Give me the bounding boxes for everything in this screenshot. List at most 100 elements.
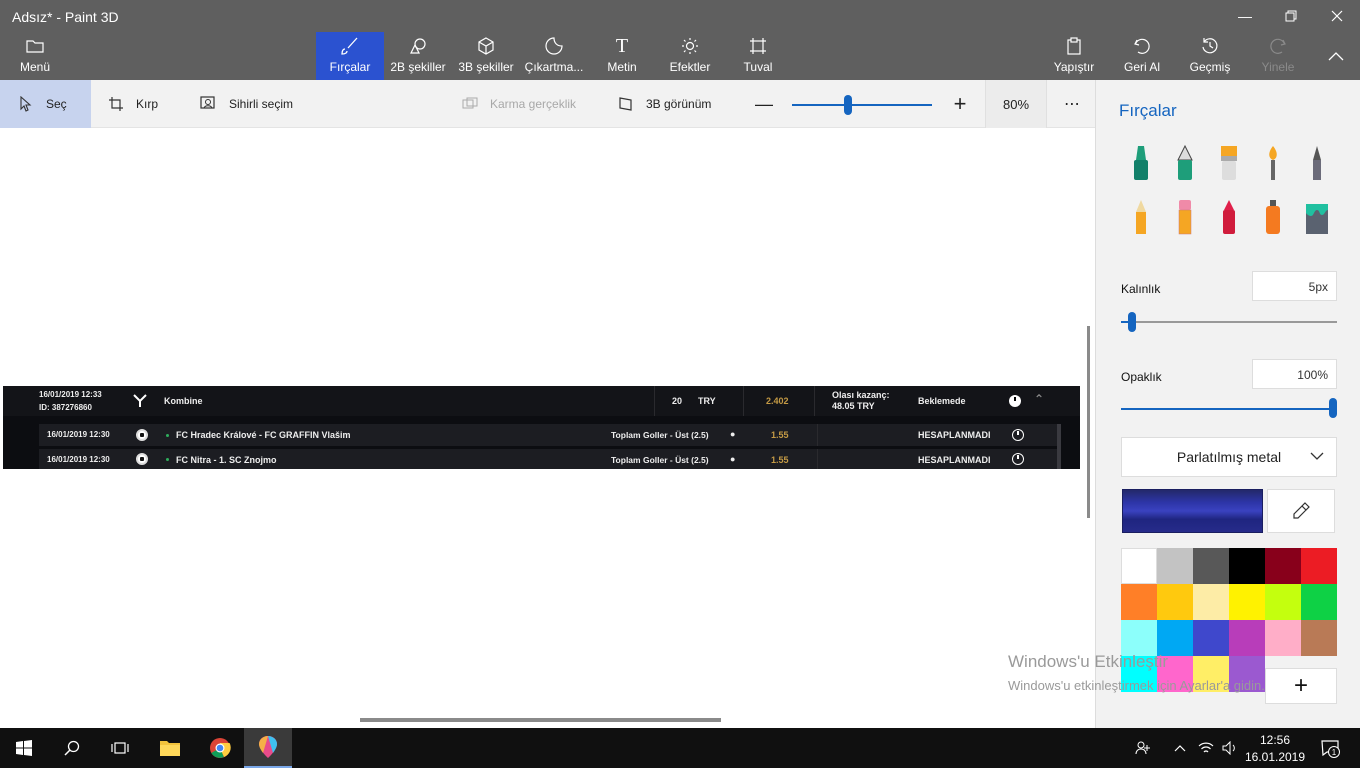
mixed-reality-icon [460, 94, 480, 114]
current-color-swatch[interactable] [1122, 489, 1263, 533]
color-swatch[interactable] [1157, 548, 1193, 584]
watercolor-brush-icon[interactable] [1257, 142, 1289, 184]
cube-icon [476, 36, 496, 56]
minimize-button[interactable]: — [1222, 0, 1268, 32]
bet-header-row: 16/01/2019 12:33 ID: 387276860 Kombine 2… [3, 386, 1080, 416]
clock[interactable]: 12:56 16.01.2019 [1245, 728, 1305, 768]
mixed-reality-button[interactable]: Karma gerçeklik [460, 80, 576, 128]
add-color-button[interactable]: + [1265, 668, 1337, 704]
opacity-slider-thumb[interactable] [1329, 398, 1337, 418]
color-swatch[interactable] [1121, 620, 1157, 656]
brushes-panel: Fırçalar Kalınlık 5px Opaklık 100% Parla… [1095, 80, 1360, 728]
restore-button[interactable] [1268, 0, 1314, 32]
color-swatch[interactable] [1301, 548, 1337, 584]
wifi-button[interactable] [1194, 728, 1218, 768]
tab-stickers[interactable]: Çıkartma... [524, 32, 584, 80]
tab-effects[interactable]: Efektler [664, 32, 716, 80]
thickness-slider-thumb[interactable] [1127, 312, 1136, 332]
color-swatch[interactable] [1229, 584, 1265, 620]
football-icon [136, 453, 148, 465]
start-button[interactable] [0, 728, 48, 768]
color-swatch[interactable] [1301, 620, 1337, 656]
menu-button[interactable]: Menü [8, 32, 62, 80]
paste-label: Yapıştır [1053, 60, 1095, 74]
color-swatch[interactable] [1157, 584, 1193, 620]
redo-button[interactable]: Yinele [1254, 32, 1302, 80]
opacity-input[interactable]: 100% [1252, 359, 1337, 389]
color-swatch[interactable] [1265, 620, 1301, 656]
crop-label: Kırp [136, 97, 159, 111]
clock-icon [1012, 429, 1024, 441]
people-button[interactable] [1130, 728, 1156, 768]
taskbar-chrome[interactable] [196, 728, 244, 768]
eraser-icon[interactable] [1169, 196, 1201, 238]
close-button[interactable] [1314, 0, 1360, 32]
bet-total-odds: 2.402 [766, 396, 789, 406]
taskbar-file-explorer[interactable] [146, 728, 194, 768]
texture-dropdown[interactable]: Parlatılmış metal [1121, 437, 1337, 477]
zoom-slider-thumb[interactable] [844, 95, 852, 115]
fill-bucket-icon[interactable] [1301, 196, 1333, 238]
bet-type: Kombine [164, 396, 203, 406]
paste-button[interactable]: Yapıştır [1050, 32, 1098, 80]
canvas-icon [748, 36, 768, 56]
color-swatch[interactable] [1121, 548, 1157, 584]
bet-row-market: Toplam Goller - Üst (2.5) [611, 455, 709, 465]
color-swatch[interactable] [1229, 548, 1265, 584]
color-swatch[interactable] [1157, 620, 1193, 656]
select-button[interactable]: Seç [0, 80, 91, 128]
minus-icon: — [755, 93, 773, 114]
vertical-scrollbar[interactable] [1087, 326, 1090, 518]
tray-overflow-button[interactable] [1168, 728, 1192, 768]
color-swatch[interactable] [1193, 620, 1229, 656]
crayon-icon[interactable] [1213, 196, 1245, 238]
action-center-button[interactable]: 1 [1316, 728, 1344, 768]
tab-canvas[interactable]: Tuval [734, 32, 782, 80]
color-swatch[interactable] [1193, 548, 1229, 584]
zoom-slider[interactable] [792, 104, 932, 106]
info-icon: ● [730, 429, 736, 439]
tab-brushes[interactable]: Fırçalar [316, 32, 384, 80]
color-swatch[interactable] [1265, 548, 1301, 584]
pencil-icon[interactable] [1125, 196, 1157, 238]
chevron-up-icon [1174, 745, 1186, 752]
bet-row: 16/01/2019 12:30 FC Nitra - 1. SC Znojmo… [39, 449, 1057, 469]
color-swatch[interactable] [1193, 584, 1229, 620]
tab-text-label: Metin [607, 60, 637, 74]
zoom-percent[interactable]: 80% [985, 80, 1047, 128]
history-button[interactable]: Geçmiş [1186, 32, 1234, 80]
pixel-pen-icon[interactable] [1301, 142, 1333, 184]
tab-2d-shapes[interactable]: 2B şekiller [388, 32, 448, 80]
more-options-button[interactable]: ⋯ [1060, 80, 1084, 128]
task-view-button[interactable] [96, 728, 144, 768]
bet-row-market: Toplam Goller - Üst (2.5) [611, 430, 709, 440]
undo-button[interactable]: Geri Al [1118, 32, 1166, 80]
select-label: Seç [46, 97, 67, 111]
marker-brush-icon[interactable] [1125, 142, 1157, 184]
color-swatch[interactable] [1121, 584, 1157, 620]
magic-select-button[interactable]: Sihirli seçim [199, 80, 293, 128]
thickness-input[interactable]: 5px [1252, 271, 1337, 301]
crop-button[interactable]: Kırp [106, 80, 158, 128]
activation-watermark-text: Windows'u etkinleştirmek için Ayarlar'a … [1008, 678, 1265, 693]
collapse-ribbon-button[interactable] [1314, 32, 1358, 80]
eyedropper-button[interactable] [1267, 489, 1335, 533]
zoom-out-button[interactable]: — [754, 80, 774, 128]
search-button[interactable] [48, 728, 96, 768]
spray-can-icon[interactable] [1257, 196, 1289, 238]
taskbar-paint-3d[interactable] [244, 728, 292, 768]
calligraphy-pen-icon[interactable] [1169, 142, 1201, 184]
tab-text[interactable]: T Metin [598, 32, 646, 80]
oil-brush-icon[interactable] [1213, 142, 1245, 184]
tab-3d-shapes[interactable]: 3B şekiller [456, 32, 516, 80]
bet-row-result: HESAPLANMADI [918, 430, 991, 440]
thickness-slider[interactable] [1121, 321, 1337, 323]
horizontal-scrollbar[interactable] [360, 718, 721, 722]
color-swatch[interactable] [1229, 620, 1265, 656]
color-swatch[interactable] [1265, 584, 1301, 620]
color-swatch[interactable] [1301, 584, 1337, 620]
zoom-in-button[interactable]: + [950, 80, 970, 128]
volume-button[interactable] [1218, 728, 1242, 768]
eyedropper-icon [1293, 502, 1310, 519]
3d-view-button[interactable]: 3B görünüm [616, 80, 711, 128]
